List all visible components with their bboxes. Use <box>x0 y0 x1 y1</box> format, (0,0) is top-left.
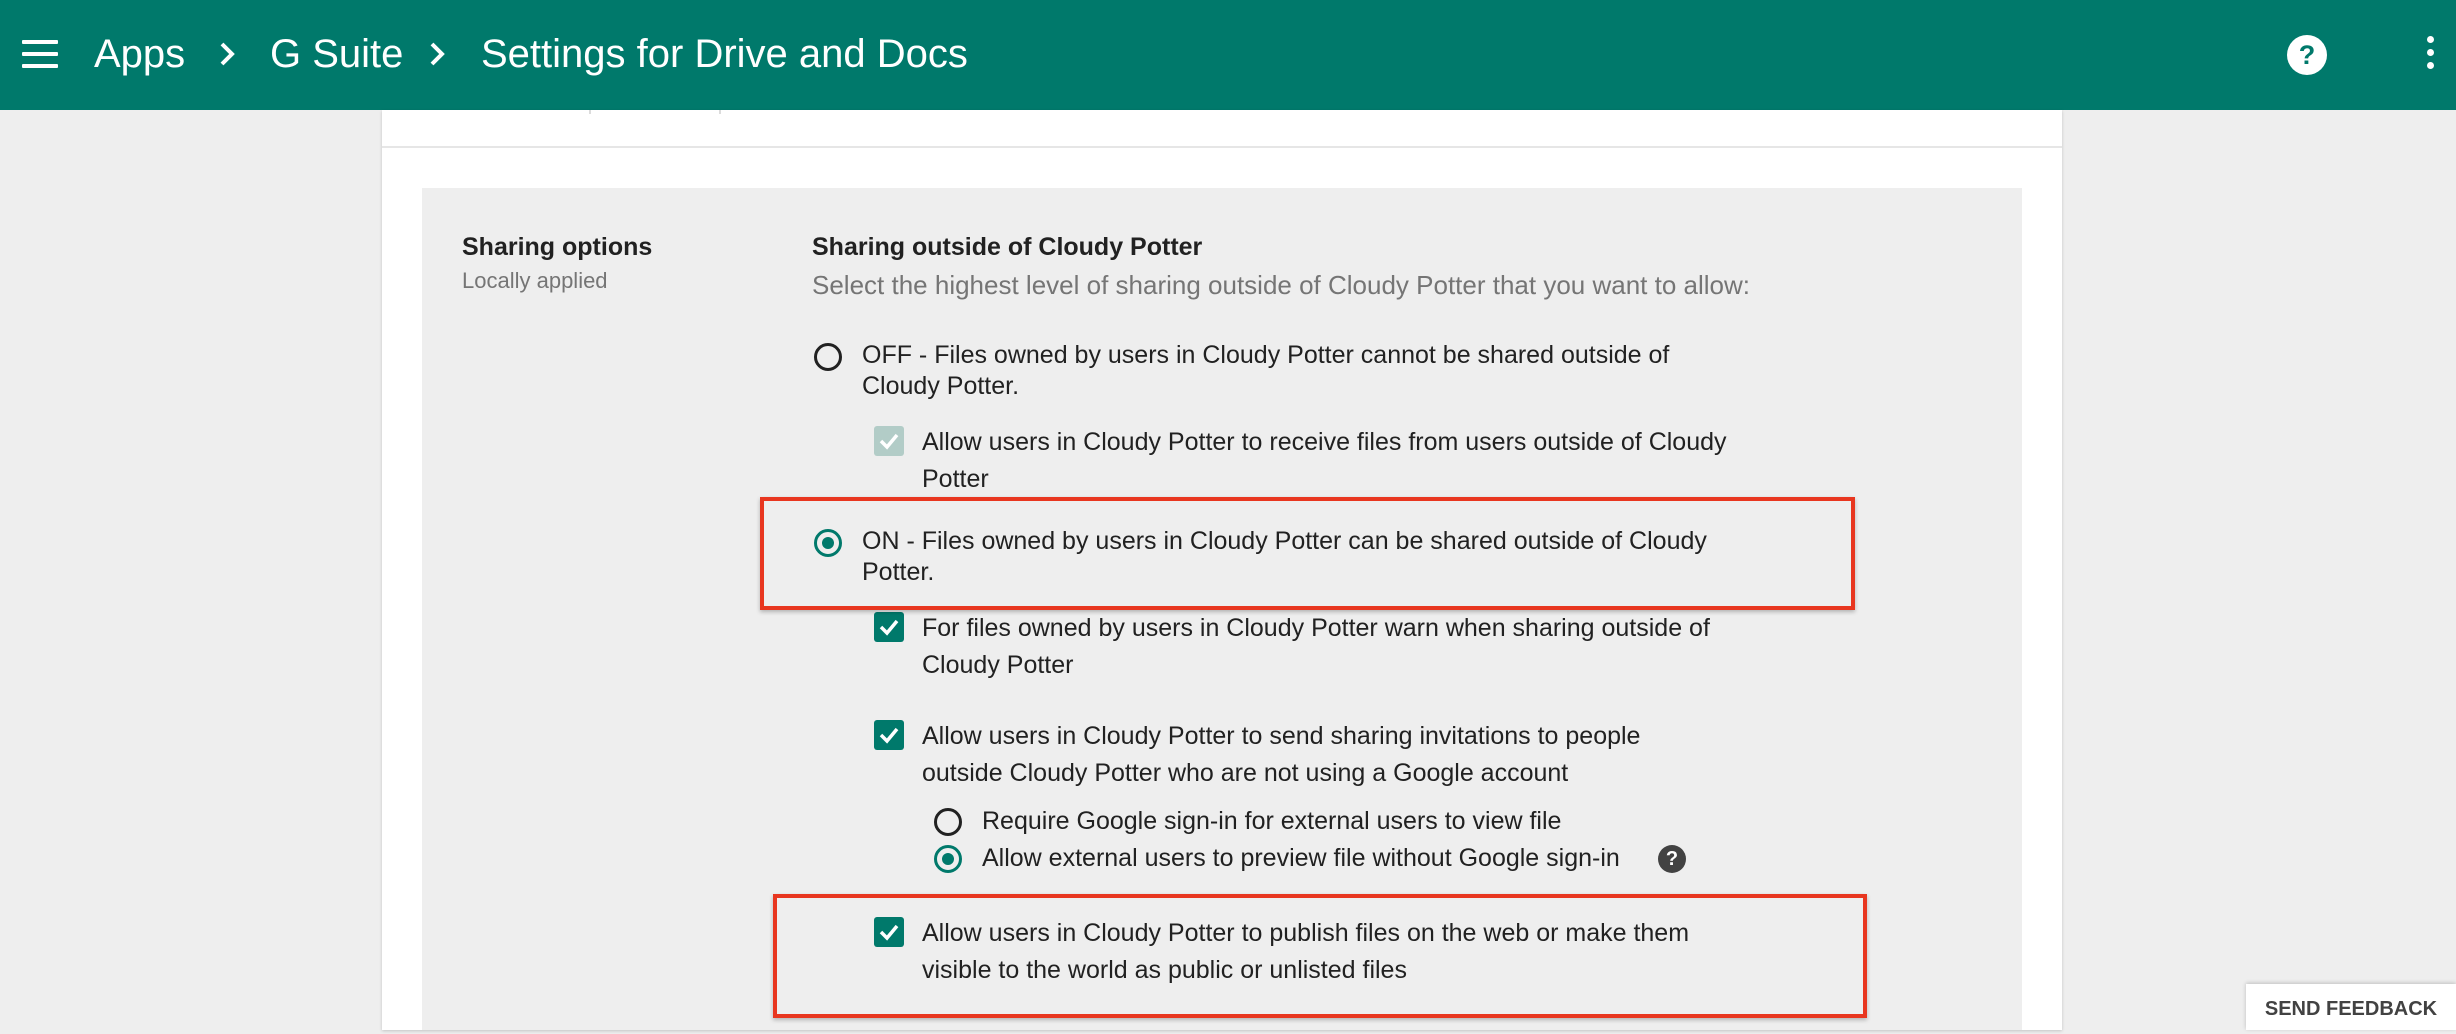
more-vertical-icon[interactable] <box>2423 36 2437 76</box>
send-invitations-checkbox[interactable] <box>874 720 904 750</box>
sharing-off-radio[interactable] <box>814 343 842 371</box>
warn-sharing-label-line1: For files owned by users in Cloudy Potte… <box>922 614 1710 642</box>
receive-files-label-line2: Potter <box>922 465 989 493</box>
preview-without-signin-label: Allow external users to preview file wit… <box>982 844 1620 872</box>
warn-sharing-label-line2: Cloudy Potter <box>922 651 1074 679</box>
tab-divider <box>589 110 591 114</box>
preview-without-signin-radio[interactable] <box>934 845 962 873</box>
breadcrumb-gsuite[interactable]: G Suite <box>270 28 403 80</box>
chevron-right-icon <box>220 42 235 66</box>
send-invitations-label: Allow users in Cloudy Potter to send sha… <box>922 718 1640 792</box>
receive-files-label-line1: Allow users in Cloudy Potter to receive … <box>922 428 1727 456</box>
svg-text:?: ? <box>2299 40 2316 70</box>
checkmark-icon <box>879 619 899 636</box>
sharing-off-label-line2: Cloudy Potter. <box>862 372 1020 400</box>
receive-files-checkbox[interactable] <box>874 426 904 456</box>
sharing-description: Select the highest level of sharing outs… <box>812 270 1750 300</box>
page-title: Settings for Drive and Docs <box>481 32 968 76</box>
send-feedback-button[interactable]: SEND FEEDBACK <box>2246 984 2456 1030</box>
chevron-right-icon <box>430 42 445 66</box>
require-signin-label: Require Google sign-in for external user… <box>982 807 1562 835</box>
checkmark-icon <box>879 433 899 450</box>
question-mark-icon[interactable]: ? <box>1658 845 1686 873</box>
section-subtitle: Locally applied <box>462 268 608 293</box>
sharing-off-label[interactable]: OFF - Files owned by users in Cloudy Pot… <box>862 340 1669 402</box>
top-app-bar: Apps G Suite Settings for Drive and Docs… <box>0 0 2456 110</box>
sharing-off-label-line1: OFF - Files owned by users in Cloudy Pot… <box>862 341 1670 369</box>
highlight-box-on-option <box>760 497 1855 610</box>
hamburger-menu-icon[interactable] <box>22 40 58 68</box>
send-invitations-label-line1: Allow users in Cloudy Potter to send sha… <box>922 722 1641 750</box>
warn-sharing-label: For files owned by users in Cloudy Potte… <box>922 610 1710 684</box>
breadcrumb-apps[interactable]: Apps <box>94 28 185 80</box>
require-signin-radio[interactable] <box>934 808 962 836</box>
help-circle-icon[interactable]: ? <box>2286 34 2328 76</box>
section-title: Sharing options <box>462 233 653 261</box>
receive-files-label: Allow users in Cloudy Potter to receive … <box>922 424 1727 498</box>
tab-divider <box>719 110 721 114</box>
highlight-box-publish-option <box>773 894 1867 1018</box>
send-invitations-label-line2: outside Cloudy Potter who are not using … <box>922 759 1569 787</box>
card-divider <box>382 146 2062 148</box>
sharing-heading: Sharing outside of Cloudy Potter <box>812 233 1203 261</box>
warn-sharing-checkbox[interactable] <box>874 612 904 642</box>
checkmark-icon <box>879 727 899 744</box>
